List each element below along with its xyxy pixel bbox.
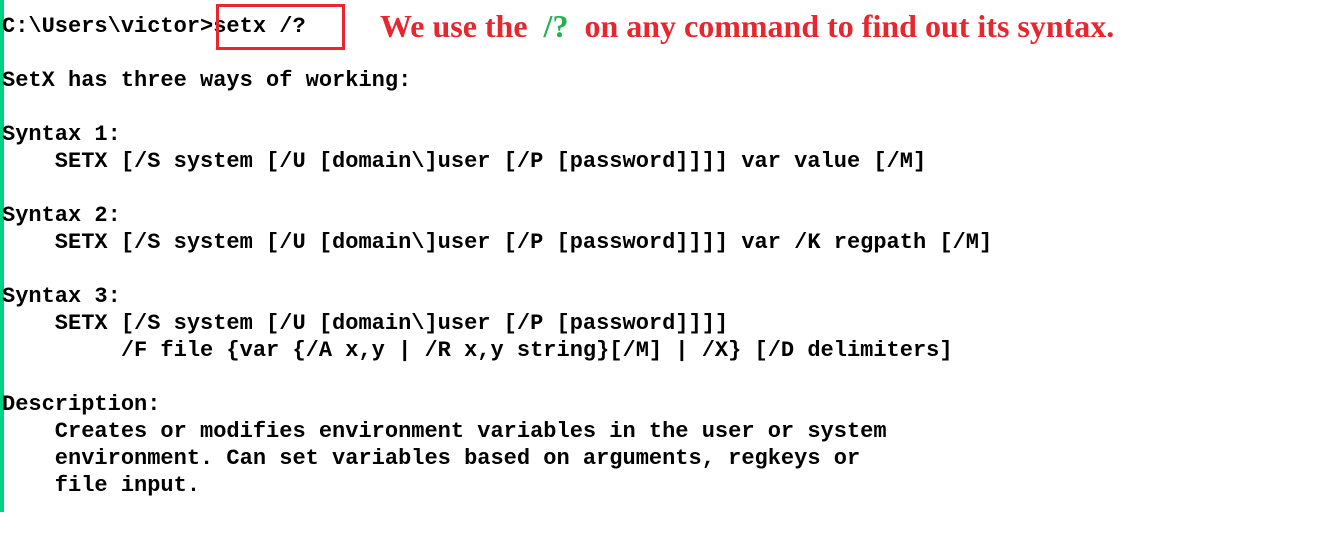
command-prompt: C:\Users\victor> bbox=[2, 14, 214, 39]
output-line: SETX [/S system [/U [domain\]user [/P [p… bbox=[2, 149, 927, 174]
syntax-heading: Syntax 2: bbox=[2, 203, 121, 228]
output-line: environment. Can set variables based on … bbox=[2, 446, 861, 471]
annotation-text-start: We use the bbox=[380, 8, 544, 44]
annotation-text-end: on any command to find out its syntax. bbox=[568, 8, 1115, 44]
output-line: SETX [/S system [/U [domain\]user [/P [p… bbox=[2, 230, 993, 255]
output-line: Creates or modifies environment variable… bbox=[2, 419, 887, 444]
console-output: C:\Users\victor>setx /? SetX has three w… bbox=[0, 0, 1343, 542]
syntax-heading: Syntax 1: bbox=[2, 122, 121, 147]
output-line: SETX [/S system [/U [domain\]user [/P [p… bbox=[2, 311, 729, 336]
syntax-annotation: We use the /? on any command to find out… bbox=[380, 6, 1114, 46]
annotation-flag: /? bbox=[543, 8, 569, 44]
description-heading: Description: bbox=[2, 392, 161, 417]
output-line: SetX has three ways of working: bbox=[2, 68, 412, 93]
screenshot-root: { "console": { "prompt": "C:\\Users\\vic… bbox=[0, 0, 1343, 542]
syntax-heading: Syntax 3: bbox=[2, 284, 121, 309]
command-highlight-box bbox=[216, 4, 345, 50]
output-line: file input. bbox=[2, 473, 201, 498]
output-line: /F file {var {/A x,y | /R x,y string}[/M… bbox=[2, 338, 953, 363]
